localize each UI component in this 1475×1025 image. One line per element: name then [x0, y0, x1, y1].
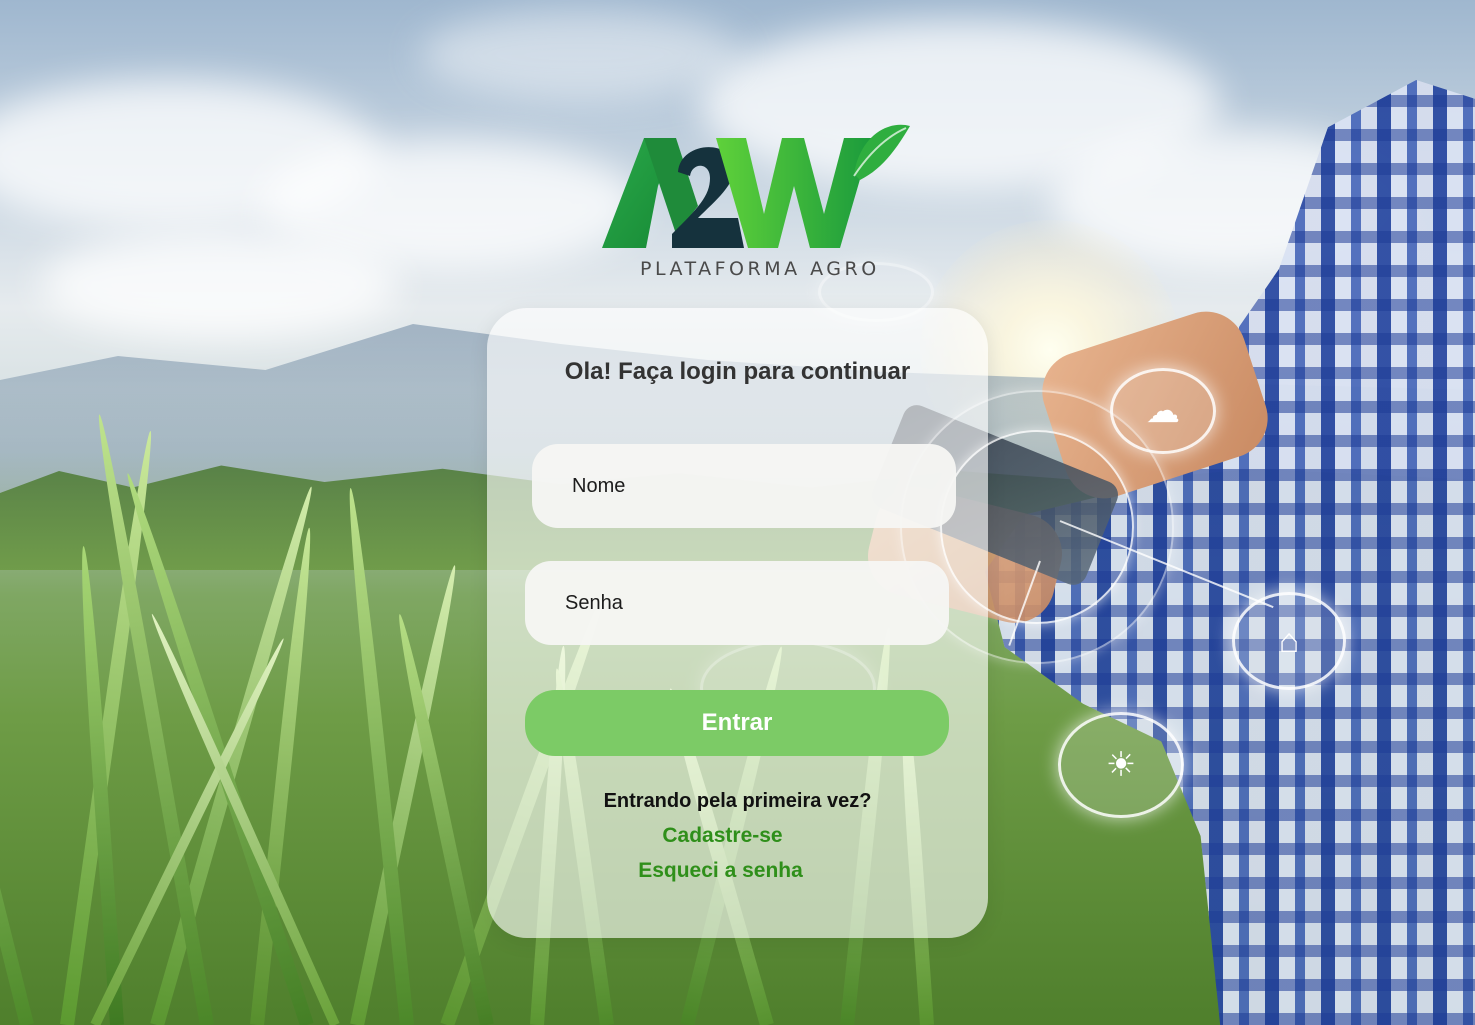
login-card: Ola! Faça login para continuar Entrar En…	[487, 308, 988, 938]
barn-icon: ⌂	[1232, 592, 1346, 690]
weather-icon: ☁	[1110, 368, 1216, 454]
forgot-password-link[interactable]: Esqueci a senha	[470, 859, 971, 883]
name-field[interactable]	[532, 444, 956, 528]
logo-tagline: PLATAFORMA AGRO	[640, 258, 880, 280]
sun-icon: ☀	[1058, 712, 1184, 818]
login-heading: Ola! Faça login para continuar	[564, 358, 911, 385]
register-link[interactable]: Cadastre-se	[472, 824, 973, 848]
login-button[interactable]: Entrar	[525, 690, 949, 756]
first-time-text: Entrando pela primeira vez?	[603, 790, 872, 812]
password-field[interactable]	[525, 561, 949, 645]
